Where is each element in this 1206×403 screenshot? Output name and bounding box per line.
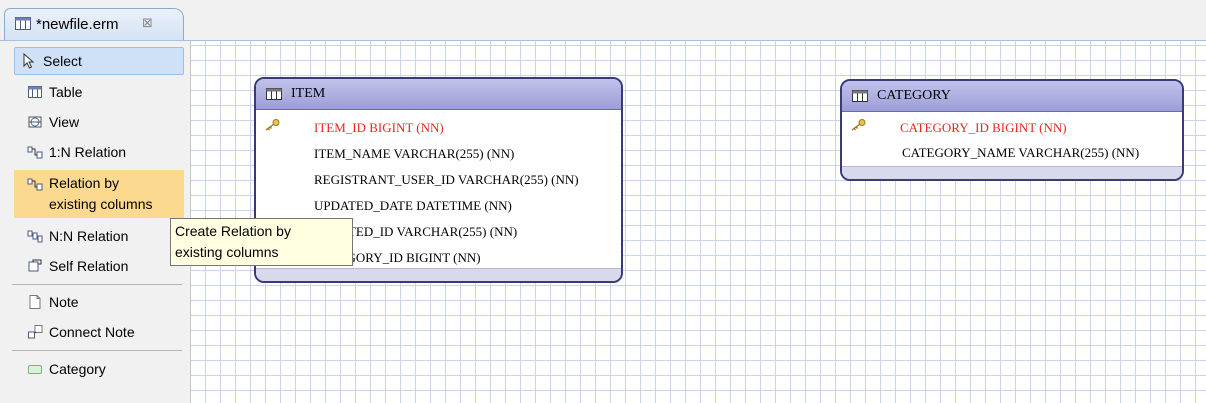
table-header: CATEGORY: [842, 81, 1182, 112]
palette-item-category[interactable]: Category: [14, 357, 184, 381]
connect-note-icon: [28, 325, 43, 339]
palette-item-label: View: [49, 114, 80, 130]
palette-item-label: 1:N Relation: [49, 144, 127, 160]
palette-item-select[interactable]: Select: [14, 47, 184, 75]
table-category[interactable]: CATEGORY CATEGORY_ID BIGINT (NN) CATEGOR…: [840, 79, 1184, 181]
palette-item-nn-relation[interactable]: N:N Relation: [14, 224, 184, 248]
palette-item-self-relation[interactable]: Self Relation: [14, 254, 184, 278]
palette-item-1n-relation[interactable]: 1:N Relation: [14, 140, 184, 164]
palette-item-label: Relation by existing columns: [49, 175, 153, 212]
table-name: ITEM: [291, 86, 326, 101]
palette-item-table[interactable]: Table: [14, 80, 184, 104]
table-icon: [266, 88, 282, 100]
column-row[interactable]: CATEGORY_ID BIGINT (NN): [842, 115, 1182, 140]
column-row[interactable]: CATEGORY_NAME VARCHAR(255) (NN): [842, 140, 1182, 165]
category-icon: [28, 365, 42, 374]
column-row[interactable]: REGISTRANT_USER_ID VARCHAR(255) (NN): [256, 167, 621, 193]
arrow-cursor-icon: [23, 53, 35, 69]
erm-file-icon: [15, 17, 31, 30]
table-icon: [28, 86, 42, 98]
column-text: ITEM_NAME VARCHAR(255) (NN): [314, 146, 515, 161]
tooltip-line: Create Relation by: [175, 223, 291, 239]
palette-item-label: Note: [49, 294, 79, 310]
palette-item-label: Select: [43, 53, 82, 69]
column-text: CATEGORY_ID BIGINT (NN): [900, 120, 1067, 135]
primary-key-icon: [851, 119, 866, 131]
palette-item-label: N:N Relation: [49, 228, 129, 244]
many-to-many-relation-icon: [27, 230, 43, 243]
column-text: UPDATED_DATE DATETIME (NN): [314, 198, 512, 213]
relation-existing-columns-icon: [27, 178, 43, 191]
table-name: CATEGORY: [877, 88, 951, 103]
note-icon: [29, 295, 41, 309]
column-text: ITEM_ID BIGINT (NN): [314, 120, 444, 135]
palette-item-label: Category: [49, 361, 106, 377]
palette-item-label: Connect Note: [49, 324, 135, 340]
column-text: CATEGORY_NAME VARCHAR(255) (NN): [902, 145, 1140, 160]
palette-item-relation-by-existing-columns[interactable]: Relation by existing columns: [14, 170, 184, 218]
editor-tab[interactable]: *newfile.erm ⊠: [4, 8, 184, 40]
editor-tab-strip: *newfile.erm ⊠: [0, 0, 1206, 41]
self-relation-icon: [28, 259, 42, 272]
palette-item-view[interactable]: View: [14, 110, 184, 134]
one-to-many-relation-icon: [27, 146, 43, 159]
primary-key-icon: [265, 119, 280, 131]
palette-item-label: Self Relation: [49, 258, 129, 274]
tooltip-line: existing columns: [175, 244, 279, 260]
palette-tooltip: Create Relation by existing columns: [170, 218, 353, 266]
column-text: REGISTRANT_USER_ID VARCHAR(255) (NN): [314, 172, 579, 187]
palette-separator: [12, 350, 182, 351]
tab-close-icon[interactable]: ⊠: [142, 15, 153, 31]
column-row[interactable]: UPDATED_DATE DATETIME (NN): [256, 193, 621, 219]
table-icon: [852, 90, 868, 102]
palette-item-connect-note[interactable]: Connect Note: [14, 320, 184, 344]
column-row[interactable]: ITEM_ID BIGINT (NN): [256, 115, 621, 141]
table-header: ITEM: [256, 79, 621, 110]
table-footer: [256, 268, 621, 281]
view-icon: [28, 116, 42, 128]
palette-item-label: Table: [49, 84, 83, 100]
tab-title: *newfile.erm: [36, 16, 119, 33]
tool-palette: Select Table View 1:N Relation Relation …: [0, 41, 191, 403]
table-footer: [842, 166, 1182, 179]
palette-item-note[interactable]: Note: [14, 290, 184, 314]
column-row[interactable]: ITEM_NAME VARCHAR(255) (NN): [256, 141, 621, 167]
palette-separator: [12, 284, 182, 285]
